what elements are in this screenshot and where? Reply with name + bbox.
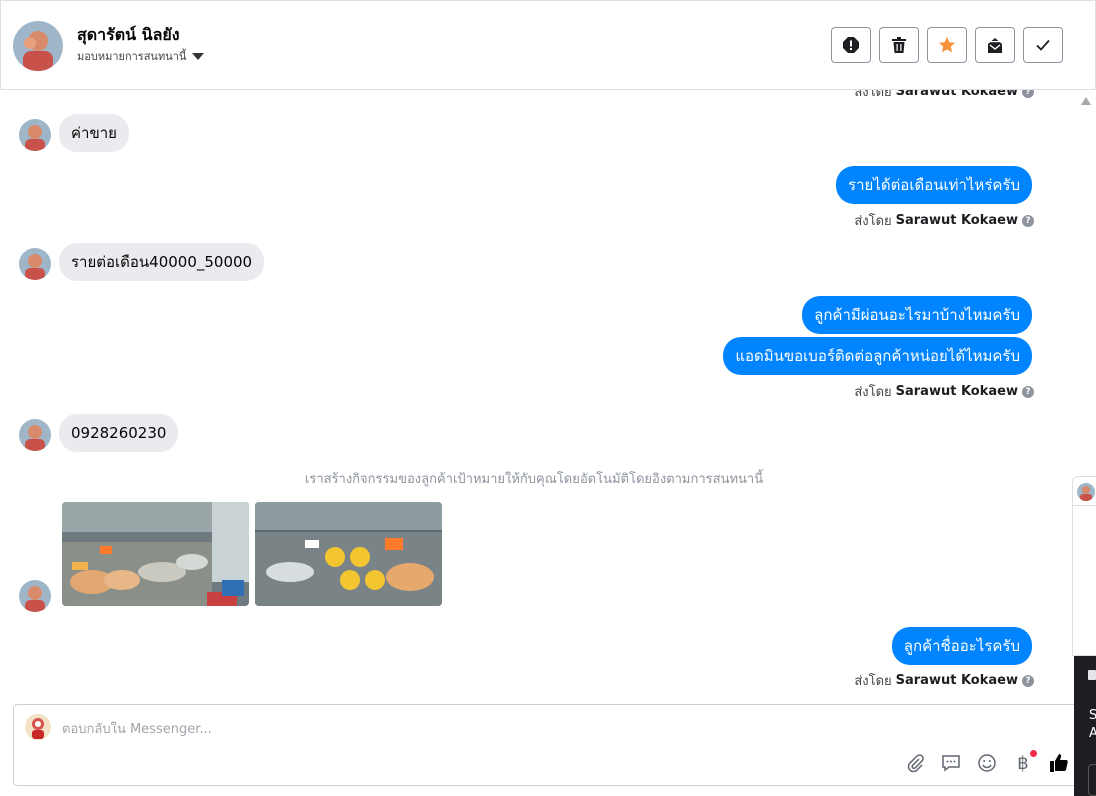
page-avatar — [24, 713, 52, 741]
contact-avatar-small[interactable] — [19, 119, 51, 151]
payment-button[interactable]: ฿ — [1011, 750, 1037, 775]
assign-conversation-dropdown[interactable]: มอบหมายการสนทนานี้ — [77, 47, 205, 65]
dark-popup-panel[interactable]: S A — [1074, 656, 1096, 796]
like-button[interactable] — [1047, 751, 1071, 775]
notification-dot — [1030, 750, 1037, 757]
sent-by-label: ส่งโดย Sarawut Kokaew ? — [854, 210, 1034, 231]
help-icon[interactable]: ? — [1022, 214, 1034, 227]
report-spam-button[interactable] — [831, 27, 871, 63]
saved-reply-icon — [942, 755, 960, 772]
star-icon — [939, 37, 955, 53]
sender-name[interactable]: Sarawut Kokaew — [896, 90, 1018, 99]
contact-avatar-small[interactable] — [19, 580, 51, 612]
message-thread[interactable]: ส่งโดย Sarawut Kokaew ? ค่าขาย รายได้ต่อ… — [0, 90, 1080, 700]
attach-icon — [907, 754, 924, 773]
avatar — [1077, 483, 1095, 501]
star-button[interactable] — [927, 27, 967, 63]
popup-text-fragment: A — [1089, 726, 1096, 741]
trash-icon — [892, 37, 906, 53]
help-icon[interactable]: ? — [1022, 674, 1034, 687]
delete-button[interactable] — [879, 27, 919, 63]
help-icon[interactable]: ? — [1022, 90, 1034, 98]
mark-unread-icon — [988, 38, 1002, 53]
assign-label: มอบหมายการสนทนานี้ — [77, 50, 187, 63]
popup-button[interactable] — [1088, 764, 1096, 796]
reply-composer: ฿ — [13, 704, 1083, 786]
incoming-message[interactable]: รายต่อเดือน40000_50000 — [59, 243, 265, 281]
baht-icon: ฿ — [1017, 752, 1029, 774]
saved-replies-button[interactable] — [939, 751, 963, 775]
calendar-icon — [1088, 670, 1096, 680]
incoming-message[interactable]: ค่าขาย — [59, 114, 129, 152]
system-note: เราสร้างกิจกรรมของลูกค้าเป้าหมายให้กับคุ… — [304, 472, 764, 487]
floating-chat-panel[interactable] — [1072, 476, 1096, 656]
outgoing-message[interactable]: แอดมินขอเบอร์ติดต่อลูกค้าหน่อยได้ไหมครับ — [723, 337, 1032, 375]
contact-avatar-small[interactable] — [19, 248, 51, 280]
reply-input[interactable] — [62, 719, 862, 739]
contact-avatar-small[interactable] — [19, 419, 51, 451]
outgoing-message[interactable]: ลูกค้าชื่ออะไรครับ — [891, 627, 1032, 665]
conversation-header: สุดารัตน์ นิลยัง มอบหมายการสนทนานี้ — [0, 0, 1096, 90]
incoming-message[interactable]: 0928260230 — [59, 414, 179, 452]
sent-by-label: ส่งโดย Sarawut Kokaew ? — [854, 670, 1034, 691]
photo-attachment[interactable] — [255, 502, 442, 606]
emoji-button[interactable] — [975, 751, 999, 775]
check-icon — [1036, 39, 1050, 51]
report-icon — [843, 37, 859, 53]
chevron-down-icon — [192, 53, 205, 60]
mark-done-button[interactable] — [1023, 27, 1063, 63]
attach-button[interactable] — [903, 751, 927, 775]
contact-name[interactable]: สุดารัตน์ นิลยัง — [77, 23, 180, 48]
sender-name[interactable]: Sarawut Kokaew — [896, 384, 1018, 399]
sent-by-label: ส่งโดย Sarawut Kokaew ? — [854, 381, 1034, 402]
mark-unread-button[interactable] — [975, 27, 1015, 63]
photo-attachment[interactable] — [62, 502, 249, 606]
sent-by-label: ส่งโดย Sarawut Kokaew ? — [854, 90, 1034, 102]
outgoing-message[interactable]: ลูกค้ามีผ่อนอะไรมาบ้างไหมครับ — [802, 296, 1032, 334]
divider — [1073, 505, 1096, 506]
header-toolbar — [831, 27, 1063, 63]
sender-name[interactable]: Sarawut Kokaew — [896, 213, 1018, 228]
popup-text-fragment: S — [1089, 708, 1096, 723]
outgoing-message[interactable]: รายได้ต่อเดือนเท่าไหร่ครับ — [836, 166, 1032, 204]
thumbs-up-icon — [1050, 754, 1068, 772]
help-icon[interactable]: ? — [1022, 385, 1034, 398]
emoji-icon — [978, 754, 996, 772]
sender-name[interactable]: Sarawut Kokaew — [896, 673, 1018, 688]
scroll-up-arrow-icon[interactable] — [1081, 97, 1091, 105]
contact-avatar[interactable] — [13, 21, 63, 71]
